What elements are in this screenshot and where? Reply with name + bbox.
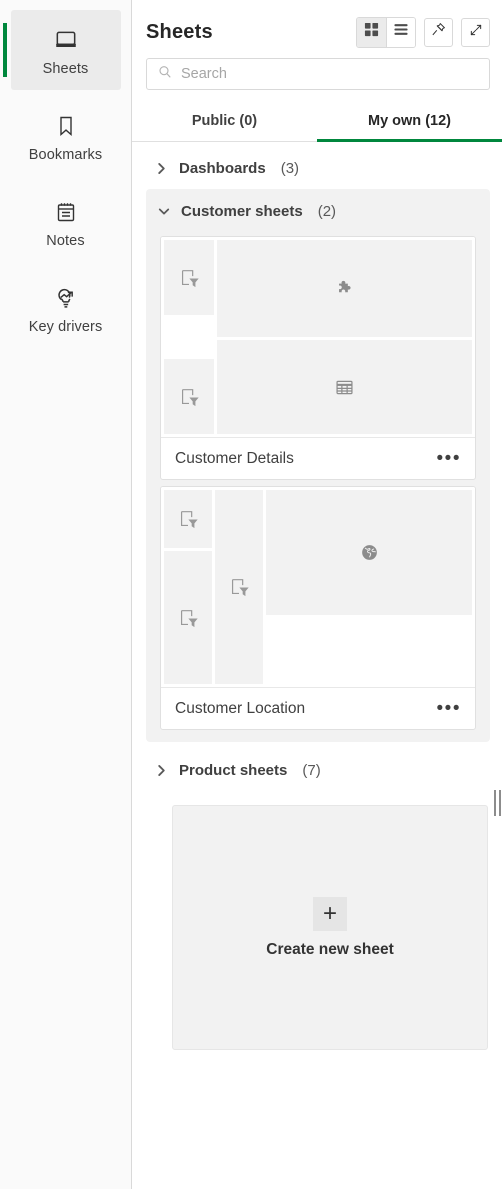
chevron-right-icon: [156, 764, 168, 777]
sheet-card-footer: Customer Location •••: [161, 687, 475, 729]
search-container: [132, 50, 502, 90]
filter-pane-object: [164, 490, 212, 548]
tab-bar: Public (0) My own (12): [132, 102, 502, 142]
search-input[interactable]: [181, 66, 479, 82]
group-product-sheets[interactable]: Product sheets (7): [132, 742, 502, 791]
group-count-product-sheets: (7): [302, 762, 321, 779]
rail-item-bookmarks[interactable]: Bookmarks: [11, 96, 121, 176]
thumbnail-column-1: [164, 490, 212, 684]
rail-label-sheets: Sheets: [42, 61, 89, 77]
sheet-card-customer-details[interactable]: Customer Details •••: [160, 236, 476, 480]
pin-button[interactable]: [424, 17, 453, 47]
thumbnail-gap: [164, 318, 214, 356]
panel-resize-handle[interactable]: [492, 780, 502, 826]
map-object: [266, 490, 472, 615]
left-nav-rail: Sheets Bookmarks Notes Key drivers: [0, 0, 132, 1189]
sheet-name: Customer Details: [175, 449, 294, 467]
plus-icon: +: [313, 896, 347, 931]
group-count-dashboards: (3): [280, 160, 300, 177]
group-customer-sheets: Customer sheets (2) Customer Details •••…: [146, 189, 490, 742]
grid-view-button[interactable]: [357, 17, 386, 47]
chevron-down-icon: [158, 206, 170, 217]
rail-label-bookmarks: Bookmarks: [28, 147, 103, 163]
group-header-customer-sheets[interactable]: Customer sheets (2): [146, 197, 490, 230]
expand-button[interactable]: [461, 17, 490, 47]
rail-label-notes: Notes: [46, 233, 85, 249]
resize-grip-line: [498, 790, 501, 816]
rail-item-key-drivers[interactable]: Key drivers: [11, 268, 121, 348]
sheets-panel: Sheets Bookmarks Notes Key drivers Sheet…: [0, 0, 502, 1189]
create-new-sheet-button[interactable]: + Create new sheet: [172, 805, 488, 1050]
sheet-card-customer-location[interactable]: Customer Location •••: [160, 486, 476, 730]
sheet-thumbnail: [161, 487, 475, 687]
thumbnail-empty-area: [266, 615, 472, 684]
search-box[interactable]: [146, 58, 490, 90]
resize-grip-line: [493, 790, 496, 816]
group-title-product-sheets: Product sheets: [179, 762, 288, 779]
tab-public[interactable]: Public (0): [132, 102, 317, 142]
list-view-icon: [393, 22, 409, 42]
pin-icon: [430, 21, 447, 43]
create-new-sheet-label: Create new sheet: [266, 940, 394, 958]
page-title: Sheets: [146, 20, 213, 43]
view-toggle-group: [356, 16, 416, 48]
sheet-card-footer: Customer Details •••: [161, 437, 475, 479]
bookmark-icon: [54, 109, 78, 143]
table-object: [217, 340, 472, 434]
sheet-name: Customer Location: [175, 699, 306, 717]
panel-header: Sheets: [132, 0, 502, 50]
sheet-menu-button[interactable]: •••: [437, 449, 461, 468]
sheets-icon: [53, 23, 79, 57]
expand-icon: [468, 22, 484, 43]
rail-item-notes[interactable]: Notes: [11, 182, 121, 262]
sheet-menu-button[interactable]: •••: [437, 699, 461, 718]
thumbnail-column-3: [266, 490, 472, 684]
sheets-list: Dashboards (3) Customer sheets (2) Custo…: [132, 142, 502, 1178]
search-icon: [157, 64, 173, 85]
extension-object: [217, 240, 472, 338]
group-title-dashboards: Dashboards: [179, 160, 266, 177]
grid-view-icon: [364, 22, 379, 42]
filter-pane-object: [164, 551, 212, 684]
group-dashboards[interactable]: Dashboards (3): [132, 148, 502, 189]
thumbnail-left-column: [164, 240, 214, 434]
sheets-main: Sheets Search Public (0) My own (12) Das…: [132, 0, 502, 1189]
thumbnail-right-column: [217, 240, 472, 434]
tab-my-own[interactable]: My own (12): [317, 102, 502, 142]
filter-pane-object: [164, 240, 214, 315]
filter-pane-object: [164, 359, 214, 434]
key-drivers-icon: [53, 281, 79, 315]
group-count-customer-sheets: (2): [317, 203, 337, 220]
rail-item-sheets[interactable]: Sheets: [2, 10, 121, 90]
group-title-customer-sheets: Customer sheets: [181, 203, 303, 220]
sheet-thumbnail: [161, 237, 475, 437]
header-toolbar: [356, 16, 490, 48]
filter-pane-object: [215, 490, 263, 684]
chevron-right-icon: [156, 162, 168, 175]
notes-icon: [54, 195, 78, 229]
list-view-button[interactable]: [386, 17, 415, 47]
rail-label-key-drivers: Key drivers: [28, 319, 103, 335]
